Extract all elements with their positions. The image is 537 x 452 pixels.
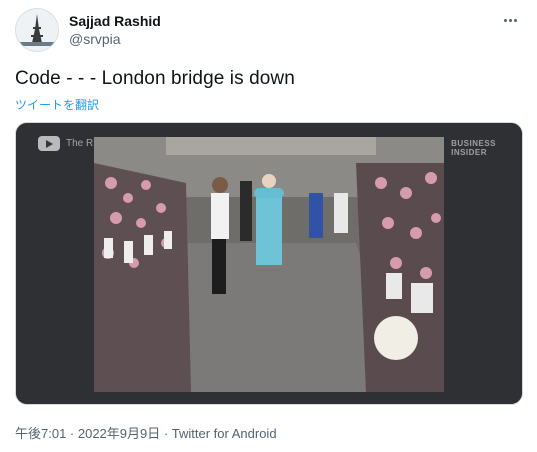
author-names: Sajjad Rashid @srvpia bbox=[69, 12, 161, 49]
more-icon[interactable] bbox=[498, 10, 522, 30]
tweet-text: Code - - - London bridge is down bbox=[15, 68, 295, 89]
avatar[interactable] bbox=[15, 8, 59, 52]
watermark-line-2: INSIDER bbox=[451, 148, 488, 157]
avatar-image bbox=[16, 9, 58, 51]
video-player[interactable]: The R BUSINESS INSIDER bbox=[15, 122, 523, 405]
watermark-line-1: BUSINESS bbox=[451, 139, 496, 148]
tweet-card: Sajjad Rashid @srvpia Code - - - London … bbox=[0, 0, 537, 452]
youtube-icon bbox=[38, 136, 60, 151]
tweet-timestamp[interactable]: 午後7:01 · 2022年9月9日 · Twitter for Android bbox=[15, 423, 277, 442]
tweet-header: Sajjad Rashid @srvpia bbox=[15, 8, 522, 54]
translate-link[interactable]: ツイートを翻訳 bbox=[15, 96, 99, 113]
video-frame bbox=[16, 123, 522, 404]
author-handle[interactable]: @srvpia bbox=[69, 30, 161, 49]
video-title: The R bbox=[66, 138, 94, 149]
author-display-name[interactable]: Sajjad Rashid bbox=[69, 12, 161, 30]
watermark: BUSINESS INSIDER bbox=[451, 139, 496, 157]
